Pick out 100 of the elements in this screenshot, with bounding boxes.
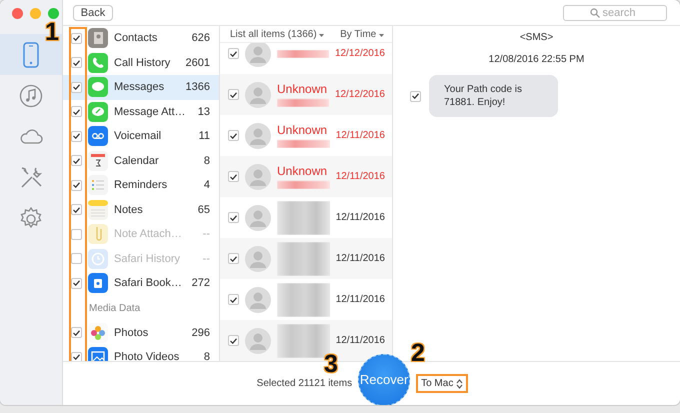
avatar-icon: [245, 43, 271, 66]
category-name: Calendar: [114, 154, 160, 167]
checkbox[interactable]: [228, 294, 239, 305]
category-item[interactable]: Message Att… 13: [63, 100, 219, 124]
category-count: 8: [204, 351, 210, 361]
category-item[interactable]: Safari Book… 272: [63, 271, 219, 296]
checkbox[interactable]: [228, 335, 239, 346]
checkbox[interactable]: [71, 278, 82, 289]
message-row[interactable]: 12/11/2016: [220, 279, 392, 320]
checkbox[interactable]: [228, 89, 239, 100]
caret-icon: [379, 34, 384, 36]
checkbox[interactable]: [71, 130, 82, 142]
check-icon: [73, 108, 80, 115]
message-date: 12/11/2016: [336, 212, 385, 223]
checkbox[interactable]: [410, 90, 421, 102]
category-item[interactable]: Messages 1366: [63, 75, 219, 100]
message-timestamp: 12/08/2016 22:55 PM: [488, 54, 584, 65]
avatar-icon: [245, 122, 271, 148]
message-bubble: Your Path code is 71881. Enjoy!: [429, 75, 558, 117]
category-name: Message Att…: [114, 106, 187, 118]
message-row[interactable]: 12/12/2016: [220, 43, 392, 74]
category-name: Safari History: [114, 252, 182, 265]
search-input[interactable]: search: [602, 6, 640, 18]
checkbox[interactable]: [228, 48, 239, 59]
category-item[interactable]: Contacts 626: [63, 26, 219, 50]
check-icon: [73, 158, 80, 164]
back-button[interactable]: Back: [73, 4, 113, 20]
app-icon: [88, 77, 108, 98]
checkbox[interactable]: [228, 253, 239, 264]
category-count: 65: [198, 204, 210, 216]
message-date: 12/11/2016: [336, 171, 385, 182]
search-icon: [590, 8, 600, 18]
blurred-text: [277, 282, 330, 316]
checkbox[interactable]: [71, 204, 82, 216]
category-name: Photo Videos: [114, 351, 180, 361]
category-count: 11: [198, 130, 210, 142]
checkbox[interactable]: [71, 57, 82, 68]
search-field[interactable]: search: [563, 4, 667, 20]
category-count: 626: [192, 32, 210, 44]
checkbox[interactable]: [228, 171, 239, 182]
checkbox[interactable]: [228, 130, 239, 141]
category-item[interactable]: Calendar 8: [63, 148, 219, 173]
app-icon: [88, 28, 108, 48]
checkbox[interactable]: [71, 106, 82, 118]
sort-dropdown[interactable]: By Time: [340, 28, 384, 40]
avatar-icon: [245, 164, 271, 190]
message-row[interactable]: Unknown 12/11/2016: [220, 156, 392, 197]
callout-number: 2: [411, 341, 425, 366]
avatar-icon: [245, 204, 271, 230]
check-icon: [73, 354, 80, 360]
app-icon: [88, 224, 108, 244]
message-row[interactable]: 12/11/2016: [220, 238, 392, 279]
checkbox[interactable]: [228, 212, 239, 223]
window-control-button[interactable]: [12, 8, 23, 19]
category-item[interactable]: Reminders 4: [63, 173, 219, 198]
category-count: 8: [204, 154, 210, 167]
message-date: 12/12/2016: [334, 48, 385, 59]
checkbox[interactable]: [71, 82, 82, 93]
app-icon: [88, 102, 108, 122]
app-icon: [88, 126, 108, 146]
checkbox[interactable]: [71, 352, 82, 361]
checkbox[interactable]: [71, 32, 82, 44]
category-name: Notes: [114, 204, 144, 216]
category-name: Contacts: [114, 32, 158, 44]
blurred-text: [277, 99, 329, 107]
check-icon: [73, 280, 80, 286]
conversation-title: <SMS>: [520, 31, 554, 45]
category-name: Safari Book…: [114, 277, 183, 290]
filter-dropdown[interactable]: List all items (1366): [230, 28, 324, 40]
category-item[interactable]: Call History 2601: [63, 50, 219, 75]
check-icon: [230, 256, 237, 262]
message-row[interactable]: Unknown 12/12/2016: [220, 74, 392, 115]
category-count: 296: [192, 326, 210, 339]
section-title: Media Data: [88, 302, 142, 316]
category-item[interactable]: Voicemail 11: [63, 124, 219, 148]
check-icon: [73, 182, 80, 188]
avatar-icon: [245, 328, 271, 354]
category-name: Reminders: [114, 179, 168, 192]
blurred-text: [277, 181, 330, 189]
check-icon: [73, 35, 80, 42]
category-item[interactable]: Notes 65: [63, 198, 219, 222]
app-icon: [88, 273, 108, 294]
category-item[interactable]: Photo Videos 8: [63, 345, 219, 361]
check-icon: [73, 84, 80, 90]
avatar-icon: [245, 286, 271, 312]
category-count: --: [202, 252, 210, 265]
destination-select[interactable]: To Mac: [416, 374, 468, 393]
category-name: Voicemail: [114, 130, 162, 142]
category-name: Messages: [114, 81, 166, 94]
message-date: 12/11/2016: [336, 294, 385, 305]
checkbox[interactable]: [71, 327, 82, 338]
checkbox[interactable]: [71, 180, 82, 191]
app-icon: [88, 248, 108, 269]
category-item[interactable]: Photos 296: [63, 320, 219, 345]
message-date: 12/11/2016: [336, 130, 385, 141]
category-count: 13: [198, 106, 210, 118]
message-row[interactable]: 12/11/2016: [220, 197, 392, 238]
message-row[interactable]: Unknown 12/11/2016: [220, 115, 392, 156]
checkbox[interactable]: [71, 155, 82, 166]
check-icon: [230, 50, 237, 56]
